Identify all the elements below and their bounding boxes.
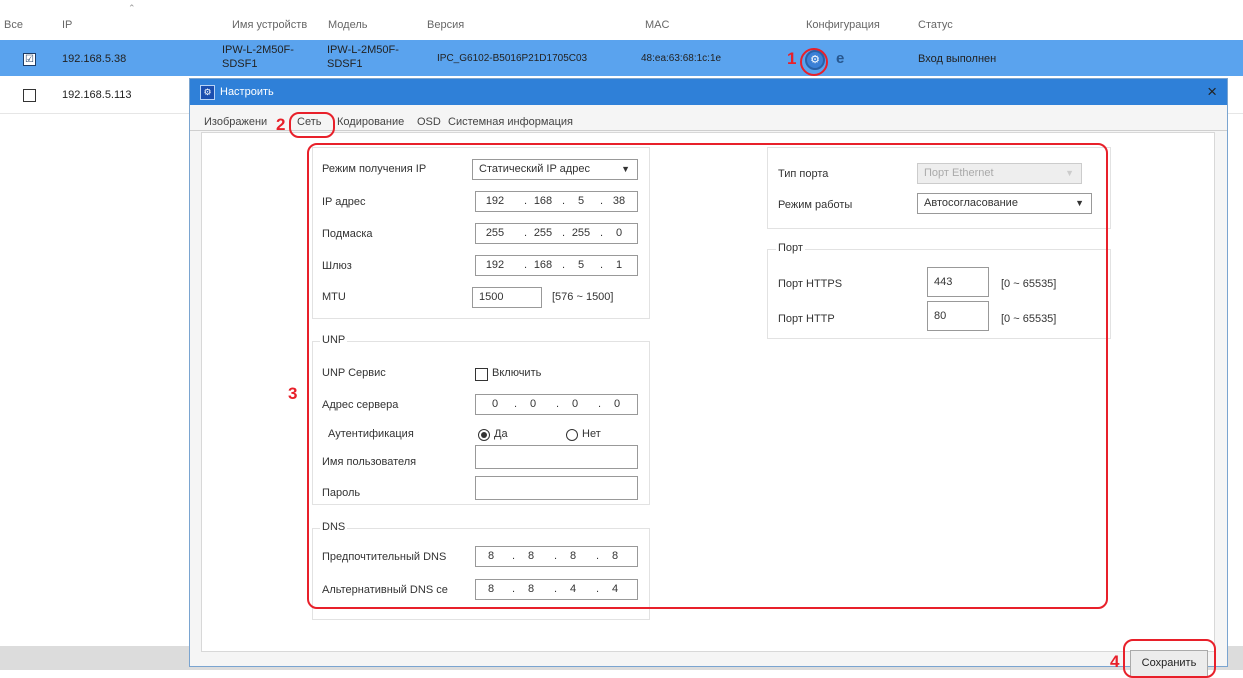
annotation-box-settings [307,143,1108,609]
annotation-circle-gear [800,48,828,76]
settings-icon: ⚙ [200,85,215,100]
row-device-name-line1: IPW-L-2M50F- [222,44,294,56]
row-mac: 48:ea:63:68:1c:1e [641,53,722,64]
row-model-line2: SDSF1 [327,58,363,70]
header-mac[interactable]: MAC [645,19,669,31]
table-row[interactable]: ☑ 192.168.5.38 IPW-L-2M50F- SDSF1 IPW-L-… [0,40,1243,76]
dialog-title: Настроить [220,86,274,98]
annotation-box-save [1123,639,1216,678]
chevron-up-icon[interactable]: ⌃ [128,3,136,14]
tab-system-info[interactable]: Системная информация [448,114,573,131]
header-status[interactable]: Статус [918,19,953,31]
annotation-2: 2 [276,115,286,134]
row-version: IPC_G6102-B5016P21D1705C03 [437,53,588,64]
row-ip: 192.168.5.38 [62,53,127,65]
header-ip[interactable]: IP [62,19,72,31]
row-ip: 192.168.5.113 [62,89,132,101]
close-icon[interactable]: × [1207,82,1217,102]
row-model-line1: IPW-L-2M50F- [327,44,399,56]
tab-image[interactable]: Изображени [204,114,267,131]
header-all[interactable]: Все [4,19,23,31]
row-checkbox[interactable] [23,89,36,102]
annotation-1: 1 [787,49,797,68]
header-version[interactable]: Версия [427,19,464,31]
header-config[interactable]: Конфигурация [806,19,880,31]
row-checkbox[interactable]: ☑ [23,53,36,66]
annotation-3: 3 [288,384,298,403]
tab-encoding[interactable]: Кодирование [337,114,404,131]
browser-icon[interactable]: e [836,50,844,67]
row-status: Вход выполнен [918,53,997,65]
row-device-name-line2: SDSF1 [222,58,258,70]
dialog-titlebar: ⚙ Настроить × [190,79,1227,105]
tab-osd[interactable]: OSD [417,114,441,131]
header-model[interactable]: Модель [328,19,367,31]
annotation-4: 4 [1110,652,1120,671]
device-table-header: ⌃ Все IP Имя устройств Модель Версия MAC… [0,0,1243,40]
header-device-name[interactable]: Имя устройств [232,19,307,31]
annotation-box-network-tab [289,112,335,138]
tab-divider [190,130,1227,131]
